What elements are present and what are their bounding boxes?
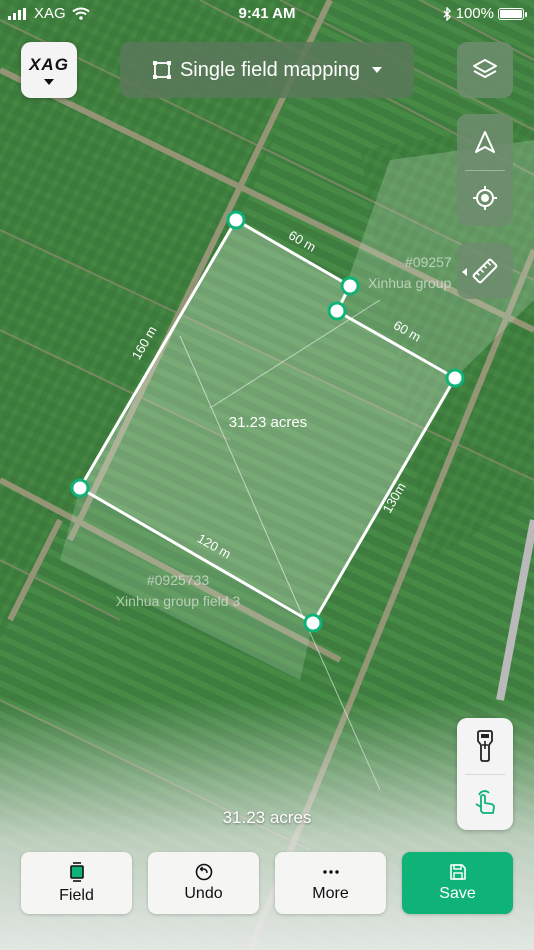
boundary-square-icon xyxy=(152,61,171,79)
more-dots-icon xyxy=(322,870,339,874)
undo-button-label: Undo xyxy=(184,885,223,902)
locate-target-icon xyxy=(473,186,497,210)
navigate-button[interactable] xyxy=(457,114,513,170)
neighbor-field-id: #0925733 xyxy=(147,572,210,588)
save-button-label: Save xyxy=(439,885,476,902)
field-button[interactable]: Field xyxy=(21,852,132,914)
brand-logo: XAG xyxy=(29,55,69,74)
chevron-down-icon xyxy=(372,67,383,73)
status-bar: XAG 9:41 AM 100% xyxy=(0,0,534,28)
area-summary: 31.23 acres xyxy=(222,808,312,827)
undo-icon xyxy=(195,863,212,881)
neighbor-field-name: Xinhua group field 3 xyxy=(116,593,241,609)
field-area-label: 31.23 acres xyxy=(229,414,307,431)
vertex[interactable] xyxy=(327,301,347,321)
battery-icon xyxy=(498,7,527,20)
rtk-device-icon xyxy=(477,730,493,762)
map-navigation-group xyxy=(457,114,513,226)
battery-percent: 100% xyxy=(455,5,494,22)
layers-button[interactable] xyxy=(457,42,513,98)
field-icon xyxy=(69,862,84,882)
layers-icon xyxy=(473,59,497,78)
save-button[interactable]: Save xyxy=(402,852,513,914)
caret-left-icon xyxy=(462,268,467,276)
screen: 60 m 60 m 160 m 130m 120 m 31.23 acres #… xyxy=(0,0,534,950)
mapping-mode-dropdown[interactable]: Single field mapping xyxy=(120,42,414,98)
mapping-mode-label: Single field mapping xyxy=(179,58,361,81)
more-button[interactable]: More xyxy=(275,852,386,914)
vertex[interactable] xyxy=(70,478,90,498)
locate-button[interactable] xyxy=(457,170,513,226)
vertex[interactable] xyxy=(226,210,246,230)
ruler-icon xyxy=(472,258,498,284)
save-disk-icon xyxy=(449,864,466,880)
chevron-down-icon xyxy=(44,79,54,85)
brand-menu-button[interactable]: XAG xyxy=(21,42,77,98)
rtk-device-button[interactable] xyxy=(457,718,513,774)
vertex[interactable] xyxy=(445,368,465,388)
more-button-label: More xyxy=(312,885,349,902)
vertex[interactable] xyxy=(303,613,323,633)
bluetooth-icon xyxy=(443,6,451,21)
neighbor-field-id: #09257 xyxy=(405,254,452,270)
undo-button[interactable]: Undo xyxy=(148,852,259,914)
field-button-label: Field xyxy=(59,887,94,904)
navigation-arrow-icon xyxy=(475,131,495,153)
neighbor-field-name: Xinhua group xyxy=(368,275,452,291)
vertex[interactable] xyxy=(340,276,360,296)
